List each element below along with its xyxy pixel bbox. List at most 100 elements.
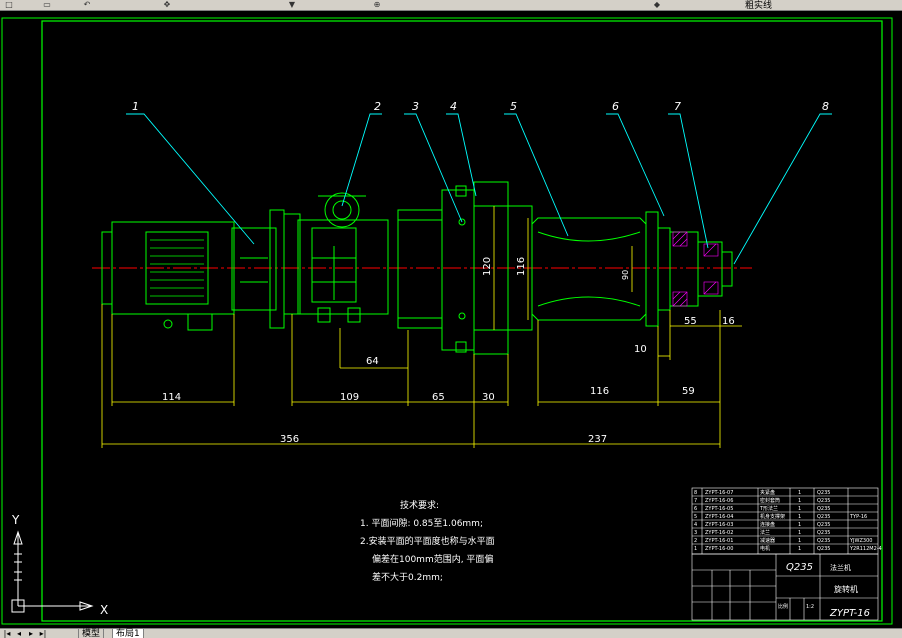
bom-cell-qty: 1 <box>798 538 801 544</box>
bom-cell-material: Q235 <box>817 514 830 520</box>
title-scale-label: 比例 <box>778 603 788 610</box>
bom-cell-note: Y2R112M2-4 <box>849 546 882 552</box>
bom-cell-name: T形法兰 <box>759 505 778 512</box>
new-icon[interactable]: □ <box>2 0 16 9</box>
dim-116-vertical: 116 <box>516 257 527 276</box>
bom-cell-qty: 1 <box>798 506 801 512</box>
dim-116: 116 <box>590 386 609 397</box>
ucs-y-label: Y <box>11 513 20 527</box>
next-tab-icon[interactable]: ▸ <box>26 629 36 638</box>
dim-16: 16 <box>722 316 735 327</box>
dim-30: 30 <box>482 392 495 403</box>
bom-cell-no: 2 <box>694 538 697 544</box>
dim-237: 237 <box>588 434 607 445</box>
tech-line-3: 偏差在100mm范围内, 平面偏 <box>372 553 493 565</box>
dimension-texts: 114 109 64 65 30 116 59 356 237 120 116 … <box>162 257 735 445</box>
bom-cell-name: 连接盘 <box>760 521 775 528</box>
bom-cell-no: 7 <box>694 498 697 504</box>
title-company: 法兰机 <box>830 563 851 572</box>
title-material: Q235 <box>786 562 813 573</box>
bom-cell-no: 3 <box>694 530 697 536</box>
dim-114: 114 <box>162 392 181 403</box>
dim-90: 90 <box>621 270 630 280</box>
zoom-icon[interactable]: ⊕ <box>370 0 384 9</box>
bom-cell-material: Q235 <box>817 530 830 536</box>
bom-cell-name: 电机 <box>760 545 770 552</box>
dim-59: 59 <box>682 386 695 397</box>
bom-cell-qty: 1 <box>798 530 801 536</box>
layer-icon[interactable]: ◆ <box>650 0 664 9</box>
balloon-6: 6 <box>612 100 619 113</box>
balloon-numbers: 1 2 3 4 5 6 7 8 <box>132 100 829 113</box>
tab-layout1[interactable]: 布局1 <box>112 629 144 638</box>
bom-cell-code: ZYPT-16-03 <box>705 522 733 528</box>
flange <box>397 209 443 329</box>
balloon-3: 3 <box>412 100 419 113</box>
bom-table: 8 ZYPT-16-07 夹紧盘 1 Q235 7 ZYPT-16-06 密封套筒 1 Q235 6… <box>691 487 882 555</box>
tech-requirements: 技术要求: 1. 平面间隙: 0.85至1.06mm; 2.安装平面的平面度也称… <box>360 499 495 583</box>
bom-cell-code: ZYPT-16-06 <box>705 498 733 504</box>
ucs-x-label: X <box>100 603 108 617</box>
bom-cell-no: 5 <box>694 514 697 520</box>
bom-cell-material: Q235 <box>817 506 830 512</box>
title-drawing-name: 旋转机 <box>834 584 858 594</box>
bom-cell-qty: 1 <box>798 514 801 520</box>
tab-model[interactable]: 模型 <box>78 629 105 638</box>
bom-cell-code: ZYPT-16-02 <box>705 530 733 536</box>
dropdown-arrow-icon[interactable]: ▼ <box>285 0 299 9</box>
balloon-1: 1 <box>132 100 139 113</box>
dim-55: 55 <box>684 316 697 327</box>
balloon-2: 2 <box>374 100 381 113</box>
tech-line-4: 差不大于0.2mm; <box>372 571 443 583</box>
bom-cell-name: 夹紧盘 <box>760 489 775 496</box>
bom-cell-material: Q235 <box>817 490 830 496</box>
bom-cell-name: 密封套筒 <box>760 497 780 504</box>
bom-cell-qty: 1 <box>798 490 801 496</box>
open-icon[interactable]: ▭ <box>40 0 54 9</box>
pan-icon[interactable]: ✥ <box>160 0 174 9</box>
bom-cell-name: 机身支撑架 <box>760 513 785 520</box>
undo-icon[interactable]: ↶ <box>80 0 94 9</box>
bom-cell-material: Q235 <box>817 498 830 504</box>
dim-65: 65 <box>432 392 445 403</box>
bom-cell-note: TYP-16 <box>849 514 867 520</box>
bom-cell-qty: 1 <box>798 522 801 528</box>
dim-10: 10 <box>634 344 647 355</box>
dim-64: 64 <box>366 356 379 367</box>
balloon-8: 8 <box>822 100 829 113</box>
bom-cell-name: 减速器 <box>760 537 775 544</box>
bom-cell-qty: 1 <box>798 498 801 504</box>
ucs-icon <box>11 530 94 613</box>
bom-cell-no: 1 <box>694 546 697 552</box>
dim-109: 109 <box>340 392 359 403</box>
bom-cell-no: 4 <box>694 522 697 528</box>
title-scale-value: 1:2 <box>806 604 814 610</box>
bom-cell-material: Q235 <box>817 546 830 552</box>
bom-cell-name: 法兰 <box>760 529 770 536</box>
motor <box>101 209 285 331</box>
hatch-sections <box>672 231 719 307</box>
drawing-frame <box>41 20 883 622</box>
tech-line-2: 2.安装平面的平面度也称与水平面 <box>360 535 495 547</box>
drawing-svg: 1 2 3 4 5 6 7 8 114 109 64 65 30 116 59 <box>1 17 893 625</box>
tech-title: 技术要求: <box>400 499 439 511</box>
bom-cell-code: ZYPT-16-07 <box>705 490 733 496</box>
balloon-4: 4 <box>450 100 457 113</box>
bom-cell-code: ZYPT-16-01 <box>705 538 733 544</box>
balloon-7: 7 <box>674 100 681 113</box>
balloon-5: 5 <box>510 100 517 113</box>
prev-tab-icon[interactable]: ◂ <box>14 629 24 638</box>
bom-cell-material: Q235 <box>817 522 830 528</box>
bom-cell-no: 6 <box>694 506 697 512</box>
drawing-canvas[interactable]: 1 2 3 4 5 6 7 8 114 109 64 65 30 116 59 <box>0 10 902 628</box>
bom-cell-qty: 1 <box>798 546 801 552</box>
last-tab-icon[interactable]: ▸| <box>38 629 48 638</box>
bom-cell-code: ZYPT-16-05 <box>705 506 733 512</box>
layout-tabs-bar: |◂ ◂ ▸ ▸| 模型 布局1 <box>0 628 902 638</box>
bom-cell-material: Q235 <box>817 538 830 544</box>
title-block: Q235 法兰机 旋转机 ZYPT-16 比例 1:2 <box>691 553 879 621</box>
bom-cell-code: ZYPT-16-00 <box>705 546 733 552</box>
dim-120: 120 <box>482 257 493 276</box>
tech-line-1: 1. 平面间隙: 0.85至1.06mm; <box>360 517 483 529</box>
first-tab-icon[interactable]: |◂ <box>2 629 12 638</box>
